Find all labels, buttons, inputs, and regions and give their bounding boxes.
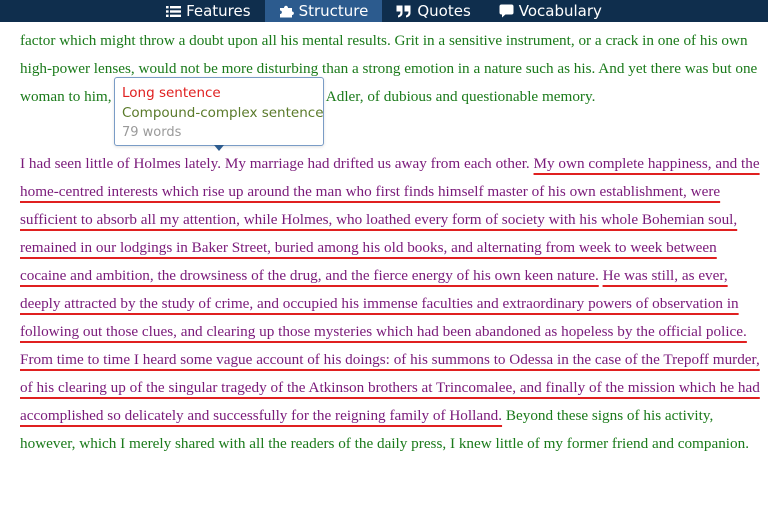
list-icon — [166, 5, 182, 18]
paragraph-2: I had seen little of Holmes lately. My m… — [20, 150, 760, 458]
sentence-long-1[interactable]: My own complete happiness, and the home-… — [20, 155, 760, 284]
tab-features[interactable]: Features — [152, 0, 265, 22]
speech-bubble-icon — [499, 4, 514, 18]
sentence-info-tooltip: Long sentence Compound-complex sentence … — [114, 77, 324, 151]
tooltip-arrow — [214, 145, 224, 151]
tooltip-word-count: 79 words — [122, 125, 182, 140]
puzzle-icon — [279, 4, 294, 18]
tooltip-sentence-length: Long sentence — [122, 85, 221, 101]
tooltip-sentence-structure: Compound-complex sentence — [122, 105, 324, 121]
tab-quotes-label: Quotes — [417, 2, 471, 20]
sentence-short[interactable]: I had seen little of Holmes lately. My m… — [20, 155, 530, 172]
tab-features-label: Features — [186, 2, 251, 20]
top-nav: Features Structure Quotes Vocabulary — [0, 0, 768, 22]
tab-vocabulary[interactable]: Vocabulary — [485, 0, 616, 22]
tab-vocabulary-label: Vocabulary — [518, 2, 602, 20]
tab-quotes[interactable]: Quotes — [382, 0, 484, 22]
quote-icon — [396, 5, 412, 18]
tab-structure-label: Structure — [298, 2, 369, 20]
tab-structure[interactable]: Structure — [264, 0, 383, 22]
